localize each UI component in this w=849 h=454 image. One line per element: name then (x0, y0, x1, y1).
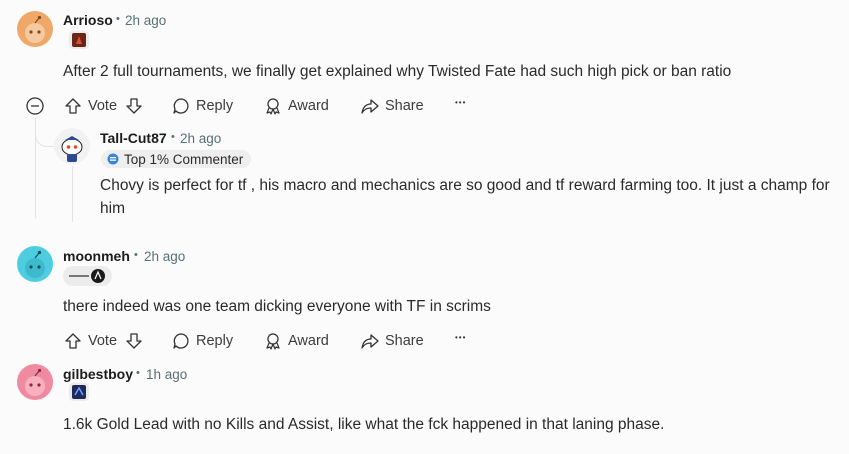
username[interactable]: moonmeh (63, 248, 130, 264)
avatar-gilbestboy[interactable] (17, 364, 53, 400)
avatar-tall-cut87[interactable] (54, 128, 90, 164)
thread-connector (35, 124, 56, 147)
comment-bubble-icon (173, 98, 189, 114)
snoo-avatar-icon (61, 136, 83, 162)
user-flair-icon (63, 266, 112, 286)
award-button[interactable]: Award (264, 97, 329, 115)
award-label: Award (288, 333, 329, 349)
share-icon (361, 99, 379, 114)
upvote-icon[interactable] (64, 332, 82, 350)
reply-label: Reply (196, 333, 234, 349)
comment-body: Chovy is perfect for tf , his macro and … (100, 177, 830, 217)
award-icon (266, 98, 280, 115)
separator-dot: • (116, 13, 120, 25)
separator-dot: • (171, 131, 175, 143)
collapse-icon (26, 97, 44, 115)
comment-body: 1.6k Gold Lead with no Kills and Assist,… (63, 416, 665, 433)
reply-label: Reply (196, 98, 234, 114)
award-icon (266, 333, 280, 350)
username[interactable]: gilbestboy (63, 366, 133, 382)
commenter-badge-icon (107, 153, 119, 165)
award-button[interactable]: Award (264, 332, 329, 350)
vote-label: Vote (88, 98, 118, 114)
separator-dot: • (136, 367, 140, 379)
comment-timestamp[interactable]: 2h ago (180, 131, 221, 146)
separator-dot: • (134, 249, 138, 261)
user-flair-icon (69, 31, 89, 49)
vote-label: Vote (88, 333, 118, 349)
share-button[interactable]: Share (361, 332, 424, 350)
award-label: Award (288, 98, 329, 114)
snoo-avatar-icon (25, 368, 45, 396)
avatar-moonmeh[interactable] (17, 246, 53, 282)
vote-button[interactable]: Vote (64, 97, 143, 115)
avatar-arrioso[interactable] (17, 11, 53, 47)
comment-bubble-icon (173, 333, 189, 349)
share-label: Share (385, 98, 424, 114)
username[interactable]: Arrioso (63, 12, 113, 28)
snoo-avatar-icon (25, 250, 45, 278)
upvote-icon[interactable] (64, 97, 82, 115)
share-button[interactable]: Share (361, 97, 424, 115)
more-options-button[interactable]: ••• (455, 333, 466, 342)
thread-line[interactable] (72, 166, 73, 222)
reply-button[interactable]: Reply (172, 97, 233, 115)
reply-button[interactable]: Reply (172, 332, 233, 350)
share-icon (361, 334, 379, 349)
snoo-avatar-icon (25, 15, 45, 43)
collapse-thread-button[interactable] (26, 97, 44, 115)
downvote-icon[interactable] (125, 332, 143, 350)
username[interactable]: Tall-Cut87 (100, 130, 167, 146)
user-flair-icon (69, 383, 89, 401)
comment-timestamp[interactable]: 1h ago (146, 367, 187, 382)
comment-timestamp[interactable]: 2h ago (144, 249, 185, 264)
share-label: Share (385, 333, 424, 349)
comment-body: After 2 full tournaments, we finally get… (63, 63, 732, 80)
more-options-button[interactable]: ••• (455, 98, 466, 107)
comment-timestamp[interactable]: 2h ago (125, 13, 166, 28)
downvote-icon[interactable] (125, 97, 143, 115)
vote-button[interactable]: Vote (64, 332, 143, 350)
top-commenter-badge[interactable]: Top 1% Commenter (101, 150, 252, 168)
badge-label: Top 1% Commenter (124, 151, 244, 167)
comment-body: there indeed was one team dicking everyo… (63, 298, 491, 315)
